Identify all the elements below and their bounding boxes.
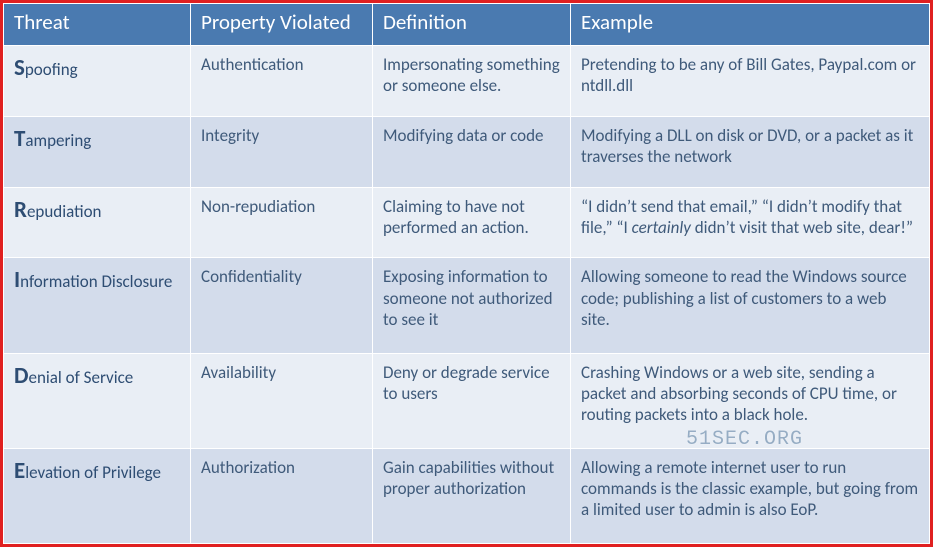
example: Modifying a DLL on disk or DVD, or a pac… [571, 116, 930, 187]
header-row: Threat Property Violated Definition Exam… [4, 4, 930, 46]
definition: Deny or degrade service to users [373, 353, 571, 448]
definition: Impersonating something or someone else. [373, 46, 571, 117]
header-definition: Definition [373, 4, 571, 46]
table-row: Spoofing Authentication Impersonating so… [4, 46, 930, 117]
threat-name: Tampering [4, 116, 191, 187]
property-violated: Availability [191, 353, 373, 448]
header-threat: Threat [4, 4, 191, 46]
definition: Exposing information to someone not auth… [373, 258, 571, 353]
table-row: Tampering Integrity Modifying data or co… [4, 116, 930, 187]
table-row: Elevation of Privilege Authorization Gai… [4, 448, 930, 543]
threat-name: Elevation of Privilege [4, 448, 191, 543]
example: Allowing a remote internet user to run c… [571, 448, 930, 543]
property-violated: Authentication [191, 46, 373, 117]
threat-name: Information Disclosure [4, 258, 191, 353]
threat-name: Denial of Service [4, 353, 191, 448]
header-example: Example [571, 4, 930, 46]
definition: Modifying data or code [373, 116, 571, 187]
threat-name: Repudiation [4, 187, 191, 258]
property-violated: Confidentiality [191, 258, 373, 353]
property-violated: Non-repudiation [191, 187, 373, 258]
definition: Gain capabilities without proper authori… [373, 448, 571, 543]
definition: Claiming to have not performed an action… [373, 187, 571, 258]
table-row: Denial of Service Availability Deny or d… [4, 353, 930, 448]
header-property: Property Violated [191, 4, 373, 46]
table-row: Repudiation Non-repudiation Claiming to … [4, 187, 930, 258]
table-row: Information Disclosure Confidentiality E… [4, 258, 930, 353]
stride-table: Threat Property Violated Definition Exam… [3, 3, 930, 544]
property-violated: Integrity [191, 116, 373, 187]
threat-name: Spoofing [4, 46, 191, 117]
example: Crashing Windows or a web site, sending … [571, 353, 930, 448]
example: Allowing someone to read the Windows sou… [571, 258, 930, 353]
example: “I didn’t send that email,” “I didn’t mo… [571, 187, 930, 258]
property-violated: Authorization [191, 448, 373, 543]
example: Pretending to be any of Bill Gates, Payp… [571, 46, 930, 117]
